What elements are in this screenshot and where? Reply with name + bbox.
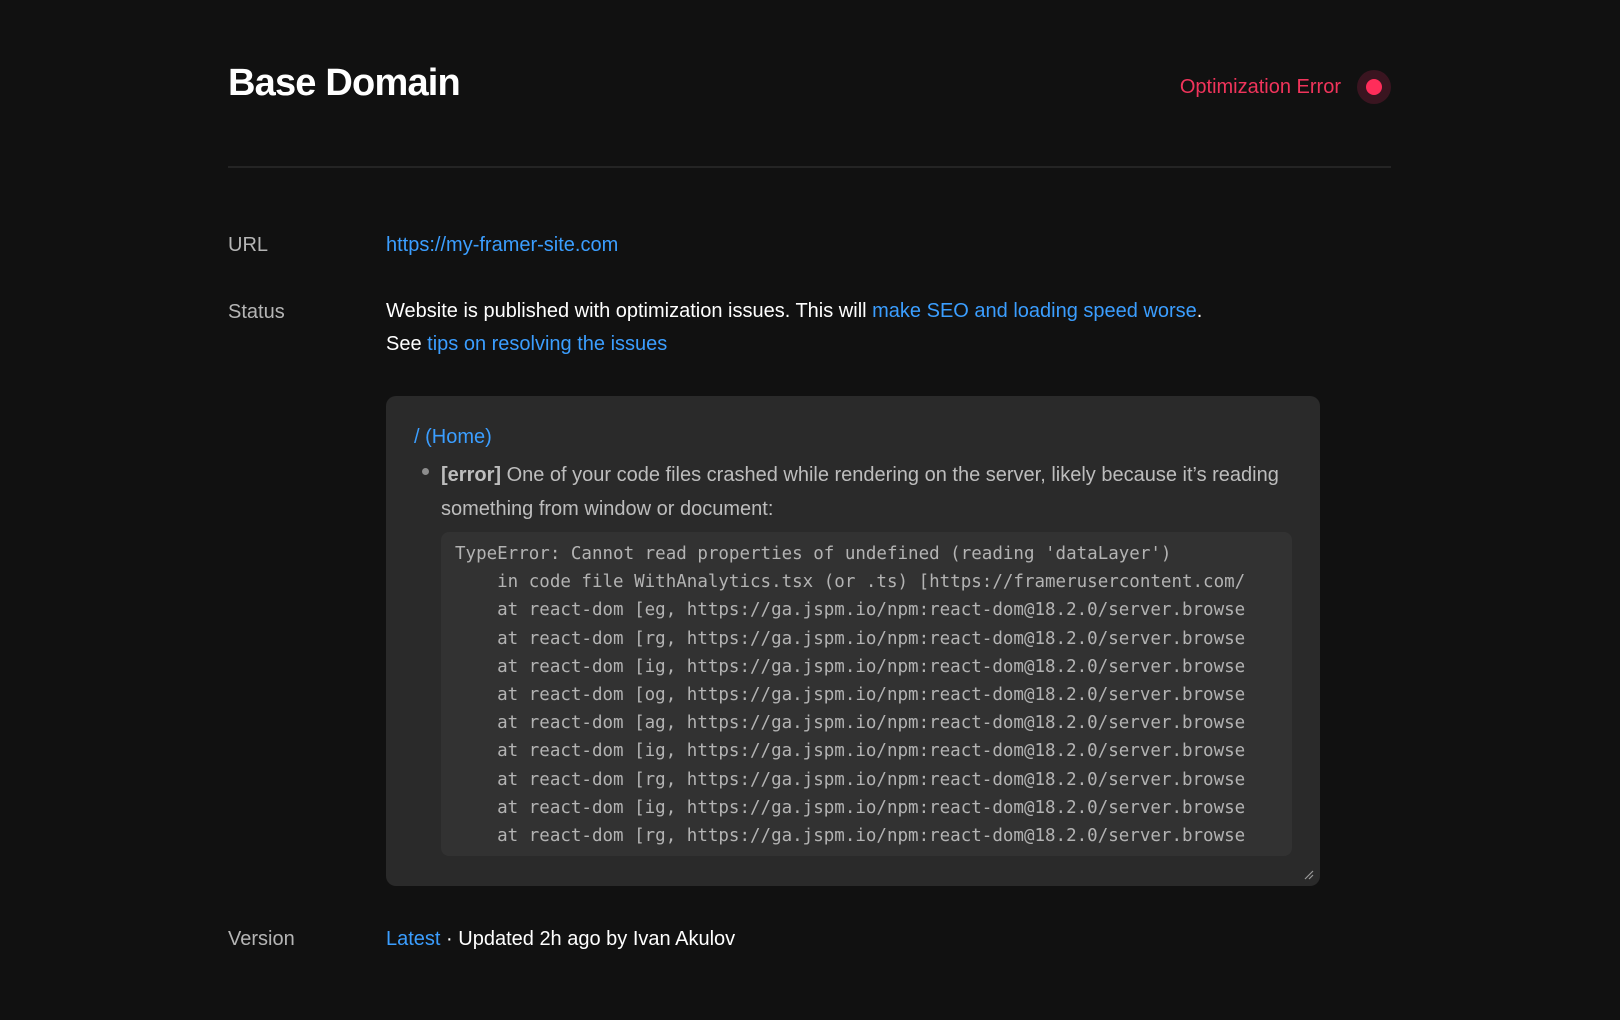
- resize-handle-icon[interactable]: [1302, 868, 1314, 880]
- code-line: TypeError: Cannot read properties of und…: [455, 544, 1172, 564]
- resolve-tips-link[interactable]: tips on resolving the issues: [427, 333, 667, 355]
- code-line: at react-dom [ig, https://ga.jspm.io/npm…: [455, 741, 1246, 762]
- error-tag: [error]: [441, 464, 502, 486]
- code-line: at react-dom [rg, https://ga.jspm.io/npm…: [455, 826, 1246, 847]
- route-home-link[interactable]: / (Home): [414, 426, 492, 449]
- error-message: [error] One of your code files crashed w…: [441, 458, 1291, 526]
- code-line: at react-dom [ag, https://ga.jspm.io/npm…: [455, 713, 1246, 734]
- page-header: Base Domain Optimization Error: [228, 56, 1391, 116]
- page-title: Base Domain: [228, 62, 461, 104]
- code-line: at react-dom [ig, https://ga.jspm.io/npm…: [455, 656, 1246, 677]
- version-label: Version: [228, 928, 295, 950]
- seo-impact-link[interactable]: make SEO and loading speed worse: [872, 300, 1197, 322]
- version-value: Latest · Updated 2h ago by Ivan Akulov: [386, 928, 735, 951]
- code-line: at react-dom [rg, https://ga.jspm.io/npm…: [455, 628, 1246, 649]
- status-text-before: Website is published with optimization i…: [386, 300, 873, 322]
- code-line: at react-dom [rg, https://ga.jspm.io/npm…: [455, 769, 1246, 790]
- error-dot: [1366, 79, 1382, 95]
- error-description: One of your code files crashed while ren…: [441, 464, 1279, 520]
- status-indicator[interactable]: Optimization Error: [1180, 70, 1391, 104]
- status-description: Website is published with optimization i…: [386, 295, 1326, 361]
- version-updated-text: Updated 2h ago by Ivan Akulov: [458, 928, 736, 950]
- error-dot-icon: [1357, 70, 1391, 104]
- status-label: Optimization Error: [1179, 75, 1341, 98]
- code-line: in code file WithAnalytics.tsx (or .ts) …: [455, 572, 1246, 593]
- list-bullet: [422, 468, 429, 475]
- url-label: URL: [228, 234, 269, 256]
- status-text-see: See: [386, 333, 428, 355]
- code-line: at react-dom [ig, https://ga.jspm.io/npm…: [455, 797, 1246, 818]
- latest-version-link[interactable]: Latest: [386, 928, 440, 950]
- error-details-box[interactable]: / (Home) [error] One of your code files …: [386, 396, 1320, 886]
- deployment-page: Base Domain Optimization Error URL https…: [0, 0, 1620, 1020]
- version-separator: ·: [440, 928, 459, 950]
- status-text-period: .: [1196, 300, 1203, 322]
- status-row-label: Status: [228, 301, 285, 323]
- header-divider: [228, 166, 1391, 168]
- code-line: at react-dom [og, https://ga.jspm.io/npm…: [455, 685, 1246, 706]
- code-line: at react-dom [eg, https://ga.jspm.io/npm…: [455, 600, 1246, 621]
- stack-trace-code-block[interactable]: TypeError: Cannot read properties of und…: [441, 532, 1292, 856]
- site-url-link[interactable]: https://my-framer-site.com: [386, 234, 618, 257]
